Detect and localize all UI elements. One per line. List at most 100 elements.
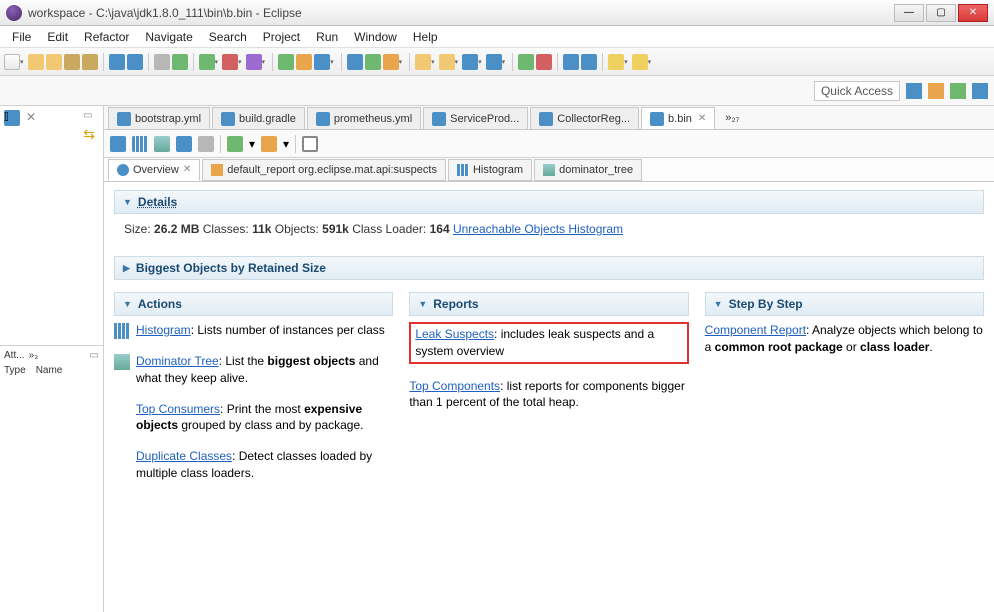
- window-title: workspace - C:\java\jdk1.8.0_111\bin\b.b…: [28, 6, 302, 20]
- perspective-icon-2[interactable]: [928, 83, 944, 99]
- duplicate-classes-link[interactable]: Duplicate Classes: [136, 449, 232, 463]
- editor-tab[interactable]: build.gradle: [212, 107, 305, 129]
- editor-tab[interactable]: CollectorReg...: [530, 107, 639, 129]
- menu-project[interactable]: Project: [255, 28, 308, 46]
- menu-file[interactable]: File: [4, 28, 39, 46]
- reports-header[interactable]: ▼Reports: [409, 292, 688, 316]
- close-subtab-icon[interactable]: ✕: [183, 164, 191, 175]
- tool-icon-12[interactable]: [486, 54, 502, 70]
- subtab-dominator[interactable]: dominator_tree: [534, 159, 642, 181]
- tool-icon-15[interactable]: [563, 54, 579, 70]
- editor-tab-active[interactable]: b.bin✕: [641, 107, 715, 129]
- collapse-icon: ▼: [714, 299, 723, 309]
- details-header[interactable]: ▼Details: [114, 190, 984, 214]
- histogram-link[interactable]: Histogram: [136, 323, 191, 337]
- histogram-icon[interactable]: [132, 136, 148, 152]
- tool-icon-16[interactable]: [581, 54, 597, 70]
- tool-icon[interactable]: [109, 54, 125, 70]
- subtab-report[interactable]: default_report org.eclipse.mat.api:suspe…: [202, 159, 446, 181]
- maximize-button[interactable]: ▢: [926, 4, 956, 22]
- tool-icon-5[interactable]: [314, 54, 330, 70]
- reports-column: ▼Reports Leak Suspects: includes leak su…: [409, 292, 688, 496]
- attributes-tab[interactable]: Att...: [4, 350, 25, 361]
- component-report-link[interactable]: Component Report: [705, 323, 806, 337]
- save-all-icon[interactable]: [82, 54, 98, 70]
- perspective-icon-4[interactable]: [972, 83, 988, 99]
- run-report-icon[interactable]: [227, 136, 243, 152]
- minimize-button[interactable]: —: [894, 4, 924, 22]
- menu-search[interactable]: Search: [201, 28, 255, 46]
- menu-navigate[interactable]: Navigate: [137, 28, 200, 46]
- menu-refactor[interactable]: Refactor: [76, 28, 137, 46]
- top-consumers-link[interactable]: Top Consumers: [136, 402, 220, 416]
- tool-icon-4[interactable]: [172, 54, 188, 70]
- info-icon[interactable]: [110, 136, 126, 152]
- tool-icon-11[interactable]: [462, 54, 478, 70]
- dominator-link[interactable]: Dominator Tree: [136, 354, 219, 368]
- stop-icon[interactable]: [222, 54, 238, 70]
- menu-run[interactable]: Run: [308, 28, 346, 46]
- tool-icon-7[interactable]: [365, 54, 381, 70]
- leak-suspects-link[interactable]: Leak Suspects: [415, 327, 494, 341]
- subtab-histogram[interactable]: Histogram: [448, 159, 532, 181]
- actions-column: ▼Actions Histogram: Lists number of inst…: [114, 292, 393, 496]
- tool-icon-2[interactable]: [127, 54, 143, 70]
- content-area: 𝕀 ✕ ▭ ⇆ Att... »₃ ▭ Type Name bootstrap.…: [0, 106, 994, 612]
- subtab-overview[interactable]: Overview✕: [108, 159, 200, 181]
- tool-icon-9[interactable]: [415, 54, 431, 70]
- menu-window[interactable]: Window: [346, 28, 405, 46]
- query-icon[interactable]: [261, 136, 277, 152]
- close-tab-icon[interactable]: ✕: [698, 113, 706, 124]
- editor-tab[interactable]: bootstrap.yml: [108, 107, 210, 129]
- perspective-icon-1[interactable]: [906, 83, 922, 99]
- minimize-view-icon[interactable]: ▭: [83, 110, 99, 126]
- thread-icon[interactable]: [198, 136, 214, 152]
- perspective-icon-3[interactable]: [950, 83, 966, 99]
- dominator-icon[interactable]: [154, 136, 170, 152]
- col-name: Name: [36, 365, 63, 376]
- unreachable-link[interactable]: Unreachable Objects Histogram: [453, 222, 623, 236]
- editor-tab[interactable]: prometheus.yml: [307, 107, 421, 129]
- report-item-highlighted: Leak Suspects: includes leak suspects an…: [409, 322, 688, 364]
- tool-icon-8[interactable]: [383, 54, 399, 70]
- histogram-icon: [114, 323, 130, 339]
- action-item: Top Consumers: Print the most expensive …: [114, 401, 393, 435]
- tool-icon-13[interactable]: [518, 54, 534, 70]
- search-icon[interactable]: [302, 136, 318, 152]
- save-icon[interactable]: [64, 54, 80, 70]
- new-icon[interactable]: [4, 54, 20, 70]
- forward-icon[interactable]: [632, 54, 648, 70]
- close-button[interactable]: ✕: [958, 4, 988, 22]
- open-folder-icon[interactable]: [46, 54, 62, 70]
- refresh-icon[interactable]: ⇆: [83, 126, 95, 143]
- tool-icon-3[interactable]: [154, 54, 170, 70]
- tool-icon-14[interactable]: [536, 54, 552, 70]
- file-icon: [221, 112, 235, 126]
- debug-icon[interactable]: [199, 54, 215, 70]
- editor-tab-overflow[interactable]: »₂₇: [717, 107, 747, 129]
- close-view-icon[interactable]: ✕: [26, 110, 42, 126]
- step-item: Component Report: Analyze objects which …: [705, 322, 984, 356]
- tab-overflow[interactable]: »₃: [29, 350, 39, 361]
- view-icon[interactable]: 𝕀: [4, 110, 20, 126]
- biggest-header[interactable]: ▶Biggest Objects by Retained Size: [114, 256, 984, 280]
- menu-help[interactable]: Help: [405, 28, 446, 46]
- profile-icon[interactable]: [246, 54, 262, 70]
- quick-access-input[interactable]: Quick Access: [814, 81, 900, 101]
- file-icon: [432, 112, 446, 126]
- step-header[interactable]: ▼Step By Step: [705, 292, 984, 316]
- chart-icon[interactable]: [296, 54, 312, 70]
- editor-tab[interactable]: ServiceProd...: [423, 107, 528, 129]
- histogram-icon: [457, 164, 469, 176]
- menu-edit[interactable]: Edit: [39, 28, 76, 46]
- actions-header[interactable]: ▼Actions: [114, 292, 393, 316]
- oql-icon[interactable]: [176, 136, 192, 152]
- back-icon[interactable]: [608, 54, 624, 70]
- heap-icon[interactable]: [278, 54, 294, 70]
- collapse-icon: ▼: [418, 299, 427, 309]
- tool-icon-6[interactable]: [347, 54, 363, 70]
- minimize-view-icon-2[interactable]: ▭: [90, 350, 99, 361]
- top-components-link[interactable]: Top Components: [409, 379, 500, 393]
- open-icon[interactable]: [28, 54, 44, 70]
- tool-icon-10[interactable]: [439, 54, 455, 70]
